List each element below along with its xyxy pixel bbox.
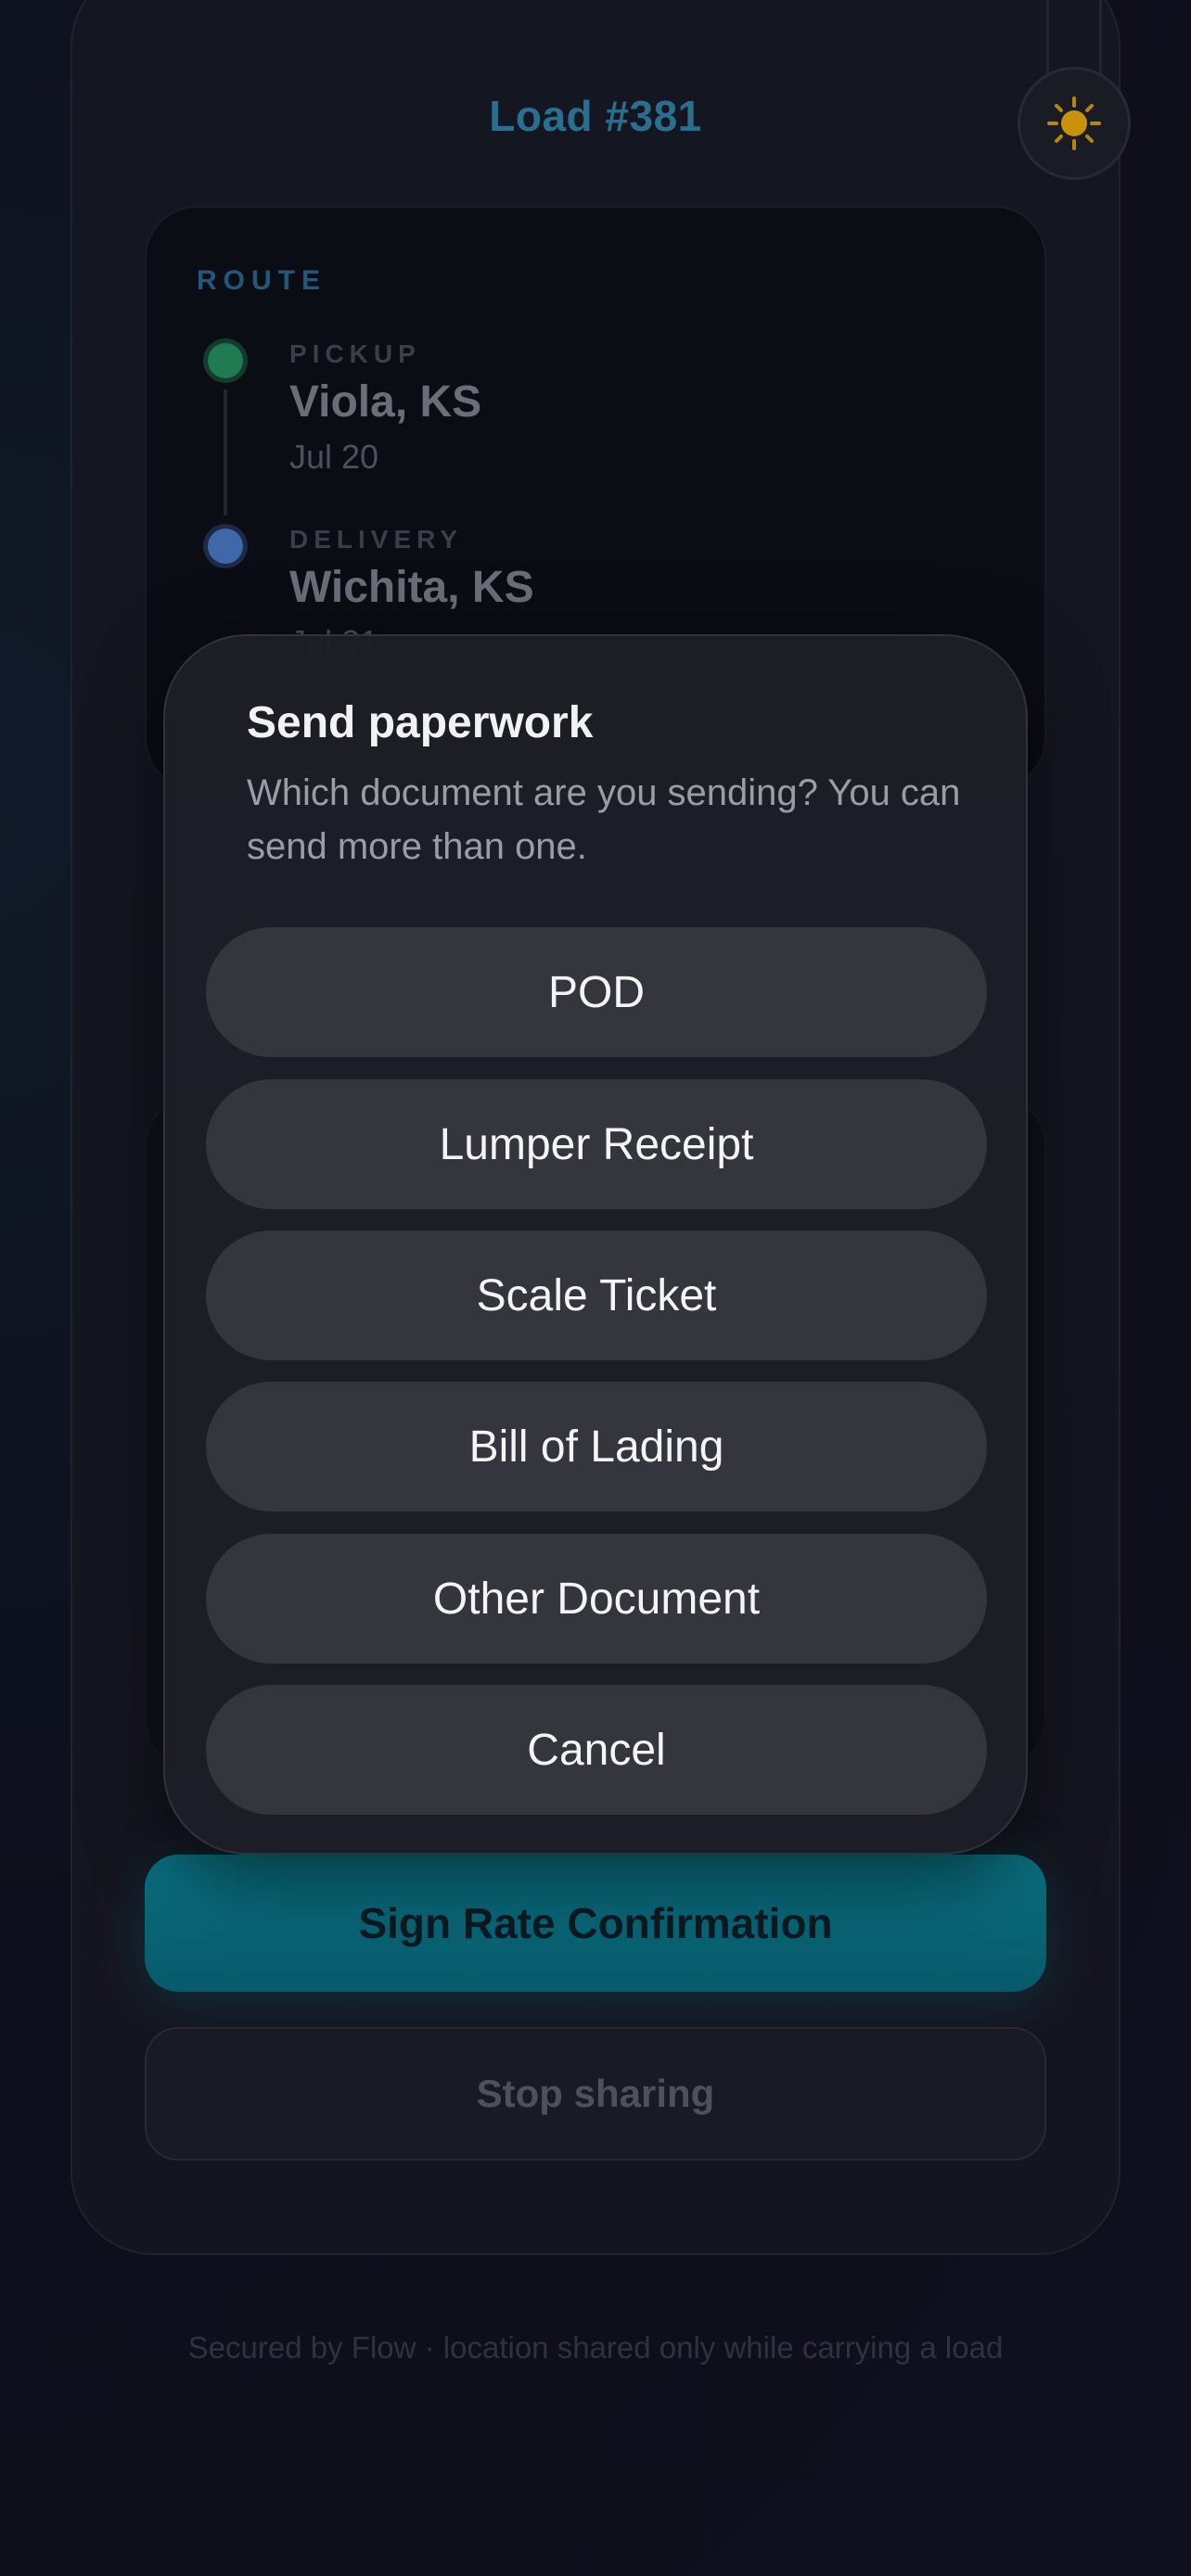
option-scale-ticket-button[interactable]: Scale Ticket — [206, 1231, 987, 1360]
delivery-dot-icon — [208, 529, 243, 564]
sheet-subtitle: Which document are you sending? You can … — [247, 772, 961, 867]
option-lumper-receipt-button[interactable]: Lumper Receipt — [206, 1079, 987, 1209]
sign-rate-confirmation-button[interactable]: Sign Rate Confirmation — [145, 1855, 1046, 1992]
pickup-dot-icon — [208, 343, 243, 378]
option-bill-of-lading-button[interactable]: Bill of Lading — [206, 1382, 987, 1511]
send-paperwork-sheet: Send paperwork Which document are you se… — [163, 634, 1028, 1855]
route-connector — [224, 389, 227, 516]
stop-sharing-button[interactable]: Stop sharing — [145, 2027, 1046, 2161]
option-pod-button[interactable]: POD — [206, 927, 987, 1057]
option-other-document-button[interactable]: Other Document — [206, 1534, 987, 1664]
delivery-city: Wichita, KS — [289, 563, 534, 612]
security-footer-note: Secured by Flow · location shared only w… — [187, 2330, 1004, 2365]
pickup-city: Viola, KS — [289, 377, 482, 427]
pickup-date: Jul 20 — [289, 438, 379, 476]
pickup-label: PICKUP — [289, 339, 421, 368]
sheet-title: Send paperwork — [247, 698, 594, 747]
delivery-label: DELIVERY — [289, 525, 463, 554]
route-section-label: ROUTE — [197, 265, 327, 296]
page-title: Load #381 — [489, 92, 702, 140]
cancel-button[interactable]: Cancel — [206, 1685, 987, 1815]
